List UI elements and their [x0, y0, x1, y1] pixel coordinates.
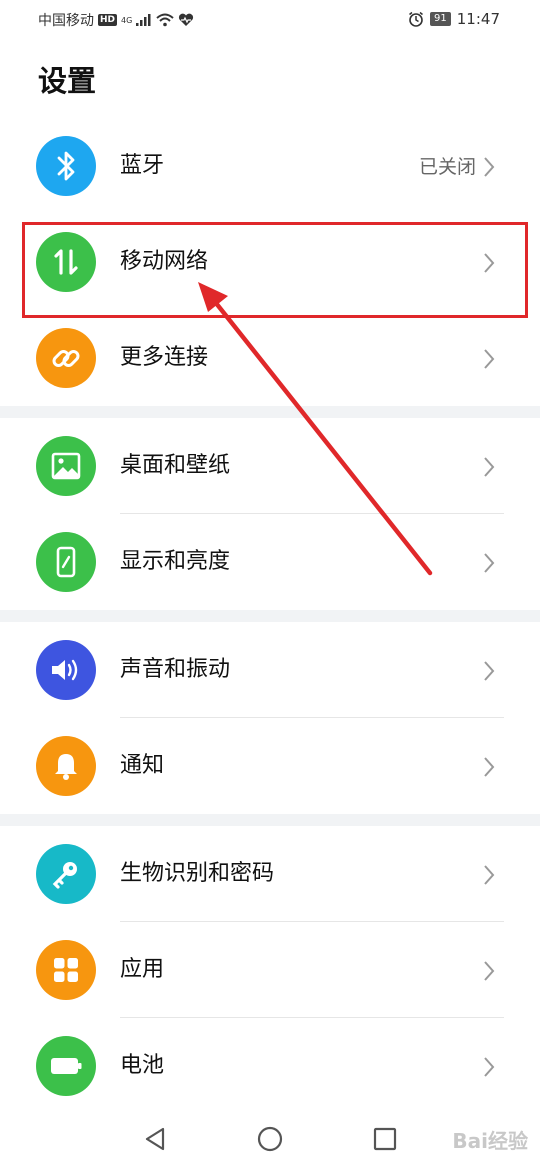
hd-badge: HD	[98, 14, 118, 26]
chevron-right-icon	[484, 457, 495, 477]
back-button[interactable]	[138, 1122, 172, 1156]
settings-item-biometrics[interactable]: 生物识别和密码	[0, 826, 540, 922]
display-icon	[36, 532, 96, 592]
watermark: Bai经验	[452, 1129, 528, 1153]
settings-item-label: 电池	[120, 1053, 165, 1078]
chevron-right-icon	[484, 757, 495, 777]
status-bar: 中国移动 HD 4G 91 11:47	[0, 0, 540, 38]
clock: 11:47	[456, 10, 500, 28]
settings-item-notifications[interactable]: 通知	[0, 718, 540, 814]
section-gap	[0, 610, 540, 622]
chevron-right-icon	[484, 865, 495, 885]
chevron-right-icon	[484, 349, 495, 369]
home-circle-icon	[257, 1126, 283, 1152]
link-icon	[36, 328, 96, 388]
settings-item-more-connections[interactable]: 更多连接	[0, 310, 540, 406]
alarm-icon	[409, 11, 423, 27]
home-button[interactable]	[253, 1122, 287, 1156]
settings-item-label: 应用	[120, 957, 165, 982]
chevron-right-icon	[484, 553, 495, 573]
settings-item-label: 桌面和壁纸	[120, 453, 231, 478]
wifi-icon	[156, 13, 174, 27]
chevron-right-icon	[484, 961, 495, 981]
wallpaper-icon	[36, 436, 96, 496]
bell-icon	[36, 736, 96, 796]
settings-item-battery[interactable]: 电池	[0, 1018, 540, 1114]
key-icon	[36, 844, 96, 904]
settings-item-label: 蓝牙	[120, 153, 165, 178]
chevron-right-icon	[484, 661, 495, 681]
settings-item-display[interactable]: 显示和亮度	[0, 514, 540, 610]
network-type: 4G	[121, 15, 133, 25]
page-title: 设置	[38, 64, 97, 98]
carrier-name: 中国移动	[38, 13, 94, 29]
section-gap	[0, 814, 540, 826]
back-triangle-icon	[145, 1127, 165, 1151]
section-gap	[0, 406, 540, 418]
settings-item-label: 生物识别和密码	[120, 861, 275, 886]
recents-button[interactable]	[368, 1122, 402, 1156]
status-left: 中国移动 HD 4G	[38, 10, 194, 30]
battery-icon	[36, 1036, 96, 1096]
health-heart-icon	[179, 13, 194, 26]
settings-item-wallpaper[interactable]: 桌面和壁纸	[0, 418, 540, 514]
settings-item-label: 声音和振动	[120, 657, 231, 682]
recents-square-icon	[373, 1127, 397, 1151]
settings-item-apps[interactable]: 应用	[0, 922, 540, 1018]
settings-item-sound[interactable]: 声音和振动	[0, 622, 540, 718]
bluetooth-status: 已关闭	[418, 156, 476, 178]
signal-icon	[136, 14, 151, 26]
apps-icon	[36, 940, 96, 1000]
chevron-right-icon	[484, 157, 495, 177]
settings-item-bluetooth[interactable]: 蓝牙 已关闭	[0, 118, 540, 214]
bluetooth-icon	[36, 136, 96, 196]
sound-icon	[36, 640, 96, 700]
settings-item-label: 更多连接	[120, 345, 209, 370]
settings-item-label: 通知	[120, 753, 165, 778]
status-right: 91 11:47	[408, 10, 500, 28]
settings-item-label: 显示和亮度	[120, 549, 231, 574]
chevron-right-icon	[484, 1057, 495, 1077]
battery-level: 91	[430, 12, 451, 26]
annotation-highlight-box	[22, 222, 528, 318]
